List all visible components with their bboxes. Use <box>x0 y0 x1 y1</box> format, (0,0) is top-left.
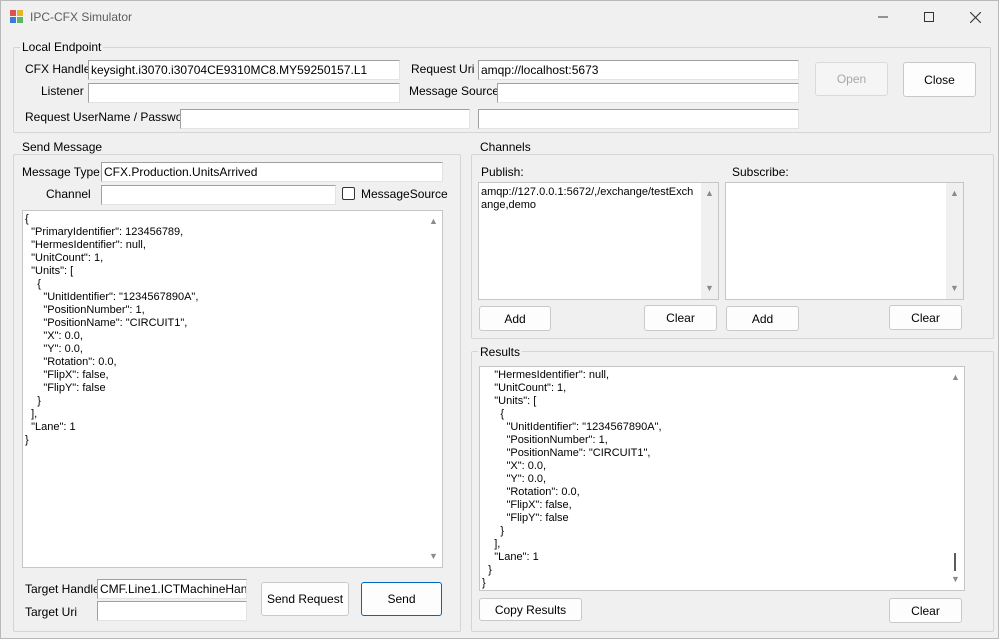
target-handle-input[interactable]: CMF.Line1.ICTMachineHandle <box>97 579 247 599</box>
publish-label: Publish: <box>481 165 524 179</box>
send-button[interactable]: Send <box>361 582 442 616</box>
channels-title: Channels <box>478 140 533 154</box>
message-body-scrollbar[interactable]: ▲ ▼ <box>425 211 442 567</box>
listener-label: Listener <box>41 84 84 98</box>
scroll-up-icon[interactable]: ▲ <box>947 369 964 386</box>
publish-list-text: amqp://127.0.0.1:5672/,/exchange/testExc… <box>481 186 694 211</box>
message-source-checkbox-label: MessageSource <box>361 187 448 201</box>
send-message-title: Send Message <box>20 140 105 154</box>
local-endpoint-title: Local Endpoint <box>20 40 104 54</box>
message-body-text: { "PrimaryIdentifier": 123456789, "Herme… <box>25 213 199 446</box>
target-handle-label: Target Handle <box>25 582 100 596</box>
main-window: IPC-CFX Simulator Local Endpoint CFX Han… <box>0 0 999 639</box>
password-input[interactable] <box>478 109 799 129</box>
cfx-handle-label: CFX Handle <box>25 62 91 76</box>
target-uri-input[interactable] <box>97 601 247 621</box>
publish-scrollbar[interactable]: ▲ ▼ <box>701 183 718 299</box>
minimize-button[interactable] <box>860 1 906 33</box>
target-uri-label: Target Uri <box>25 605 78 619</box>
minimize-icon <box>878 16 888 18</box>
results-scrollbar[interactable]: ▲ ▼ <box>947 367 964 590</box>
subscribe-scrollbar[interactable]: ▲ ▼ <box>946 183 963 299</box>
subscribe-list[interactable]: ▲ ▼ <box>725 182 964 300</box>
scroll-down-icon[interactable]: ▼ <box>947 571 964 588</box>
results-clear-button[interactable]: Clear <box>889 598 962 623</box>
title-bar[interactable]: IPC-CFX Simulator <box>1 1 998 33</box>
close-icon <box>969 11 981 23</box>
channel-label: Channel <box>46 187 91 201</box>
maximize-icon <box>924 12 934 22</box>
app-icon <box>10 10 23 23</box>
results-text: "HermesIdentifier": null, "UnitCount": 1… <box>482 369 662 589</box>
close-button[interactable]: Close <box>903 62 976 97</box>
username-input[interactable] <box>180 109 470 129</box>
message-body-textarea[interactable]: { "PrimaryIdentifier": 123456789, "Herme… <box>22 210 443 568</box>
scroll-down-icon[interactable]: ▼ <box>701 280 718 297</box>
publish-clear-button[interactable]: Clear <box>644 305 717 331</box>
window-title: IPC-CFX Simulator <box>30 10 133 24</box>
message-source-label: Message Source <box>409 84 500 98</box>
channel-input[interactable] <box>101 185 336 205</box>
results-scroll-thumb[interactable] <box>954 553 956 571</box>
maximize-button[interactable] <box>906 1 952 33</box>
request-uri-label: Request Uri <box>411 62 475 76</box>
userpass-label: Request UserName / Password <box>25 110 194 124</box>
copy-results-button[interactable]: Copy Results <box>479 598 582 621</box>
results-title: Results <box>478 345 523 359</box>
message-source-input[interactable] <box>497 83 799 103</box>
scroll-up-icon[interactable]: ▲ <box>946 185 963 202</box>
listener-input[interactable] <box>88 83 400 103</box>
request-uri-input[interactable]: amqp://localhost:5673 <box>478 60 799 80</box>
publish-add-button[interactable]: Add <box>479 306 551 331</box>
scroll-up-icon[interactable]: ▲ <box>425 213 442 230</box>
message-type-input[interactable]: CFX.Production.UnitsArrived <box>101 162 443 182</box>
close-window-button[interactable] <box>952 1 998 33</box>
results-textarea[interactable]: "HermesIdentifier": null, "UnitCount": 1… <box>479 366 965 591</box>
scroll-down-icon[interactable]: ▼ <box>425 548 442 565</box>
message-type-label: Message Type <box>22 165 100 179</box>
open-button[interactable]: Open <box>815 62 888 96</box>
scroll-down-icon[interactable]: ▼ <box>946 280 963 297</box>
publish-list[interactable]: amqp://127.0.0.1:5672/,/exchange/testExc… <box>478 182 719 300</box>
send-request-button[interactable]: Send Request <box>261 582 349 616</box>
subscribe-label: Subscribe: <box>732 165 789 179</box>
subscribe-clear-button[interactable]: Clear <box>889 305 962 330</box>
subscribe-add-button[interactable]: Add <box>726 306 799 331</box>
message-source-checkbox[interactable] <box>342 187 355 200</box>
cfx-handle-input[interactable]: keysight.i3070.i30704CE9310MC8.MY5925015… <box>88 60 400 80</box>
scroll-up-icon[interactable]: ▲ <box>701 185 718 202</box>
